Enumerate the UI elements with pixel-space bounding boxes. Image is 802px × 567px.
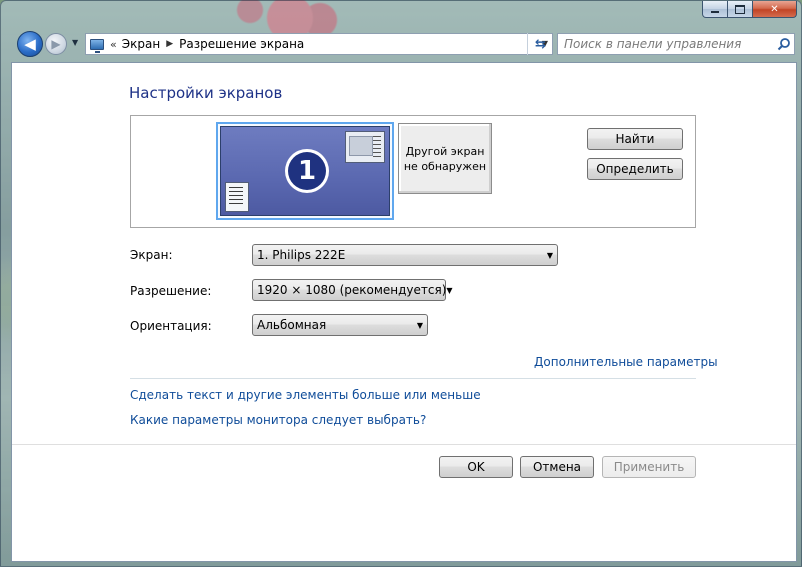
recent-pages-dropdown[interactable]: ▼: [72, 38, 78, 47]
chevron-down-icon: ▼: [416, 320, 424, 330]
back-arrow-icon: ◀: [24, 35, 36, 53]
footer-divider: [12, 444, 796, 445]
close-icon: ✕: [770, 3, 779, 15]
control-panel-icon: [90, 38, 104, 53]
page-title: Настройки экранов: [129, 84, 283, 102]
text-size-link[interactable]: Сделать текст и другие элементы больше и…: [130, 388, 481, 402]
cancel-button[interactable]: Отмена: [520, 456, 594, 478]
identify-button[interactable]: Определить: [587, 158, 683, 180]
orientation-select-value: Альбомная: [257, 318, 327, 332]
overflow-chevron-icon[interactable]: «: [110, 38, 117, 51]
forward-arrow-icon: ▶: [51, 37, 61, 51]
chevron-down-icon: ▼: [546, 250, 554, 260]
display-label: Экран:: [130, 248, 173, 262]
orientation-label: Ориентация:: [130, 319, 212, 333]
resolution-label: Разрешение:: [130, 284, 212, 298]
advanced-settings-link[interactable]: Дополнительные параметры: [534, 355, 718, 369]
monitor-1-screen: 1: [220, 126, 390, 216]
start-menu-thumbnail: [225, 182, 249, 212]
breadcrumb-display[interactable]: Экран: [122, 37, 160, 51]
monitor-1-tile[interactable]: 1: [216, 122, 394, 220]
search-input[interactable]: [564, 37, 774, 51]
monitor-2-label-line1: Другой экран: [405, 144, 485, 158]
ok-button[interactable]: OK: [439, 456, 513, 478]
window-caption-buttons: ✕: [702, 1, 797, 18]
section-divider: [130, 378, 696, 379]
monitor-settings-help-link[interactable]: Какие параметры монитора следует выбрать…: [130, 413, 426, 427]
address-bar[interactable]: « Экран ▶ Разрешение экрана ▼: [85, 33, 553, 55]
find-button[interactable]: Найти: [587, 128, 683, 150]
monitor-number-badge: 1: [285, 149, 329, 193]
search-icon[interactable]: [774, 37, 794, 51]
resolution-select-value: 1920 × 1080 (рекомендуется): [257, 283, 447, 297]
resolution-select[interactable]: 1920 × 1080 (рекомендуется) ▼: [252, 279, 453, 301]
desktop-window-thumbnail: [345, 131, 385, 163]
forward-button[interactable]: ▶: [45, 33, 67, 55]
breadcrumb-arrow-icon[interactable]: ▶: [166, 39, 173, 49]
apply-button[interactable]: Применить: [602, 456, 696, 478]
refresh-icon: ⇆: [535, 36, 546, 52]
minimize-button[interactable]: [702, 1, 728, 18]
maximize-button[interactable]: [728, 1, 753, 18]
orientation-select[interactable]: Альбомная ▼: [252, 314, 428, 336]
display-select[interactable]: 1. Philips 222E ▼: [252, 244, 558, 266]
minimize-icon: [711, 11, 719, 13]
content-panel: Настройки экранов 1 Другой экран не обна…: [11, 62, 797, 562]
monitor-arrangement-area: 1 Другой экран не обнаружен Найти Опреде…: [130, 115, 696, 228]
close-button[interactable]: ✕: [753, 1, 797, 18]
navigation-bar: ◀ ▶ ▼ « Экран ▶ Разрешение экрана ▼ ⇆: [9, 31, 795, 59]
chevron-down-icon: ▼: [446, 285, 453, 295]
refresh-button[interactable]: ⇆: [527, 33, 553, 55]
monitor-number: 1: [288, 152, 326, 190]
monitor-2-tile[interactable]: Другой экран не обнаружен: [398, 123, 492, 194]
control-panel-window: ✕ ◀ ▶ ▼ « Экран ▶ Разрешение экрана ▼ ⇆: [0, 0, 802, 567]
search-box[interactable]: [557, 33, 795, 55]
display-select-value: 1. Philips 222E: [257, 248, 346, 262]
monitor-2-label-line2: не обнаружен: [403, 159, 487, 173]
breadcrumb-resolution[interactable]: Разрешение экрана: [179, 37, 304, 51]
maximize-icon: [735, 4, 745, 14]
back-button[interactable]: ◀: [17, 31, 43, 57]
